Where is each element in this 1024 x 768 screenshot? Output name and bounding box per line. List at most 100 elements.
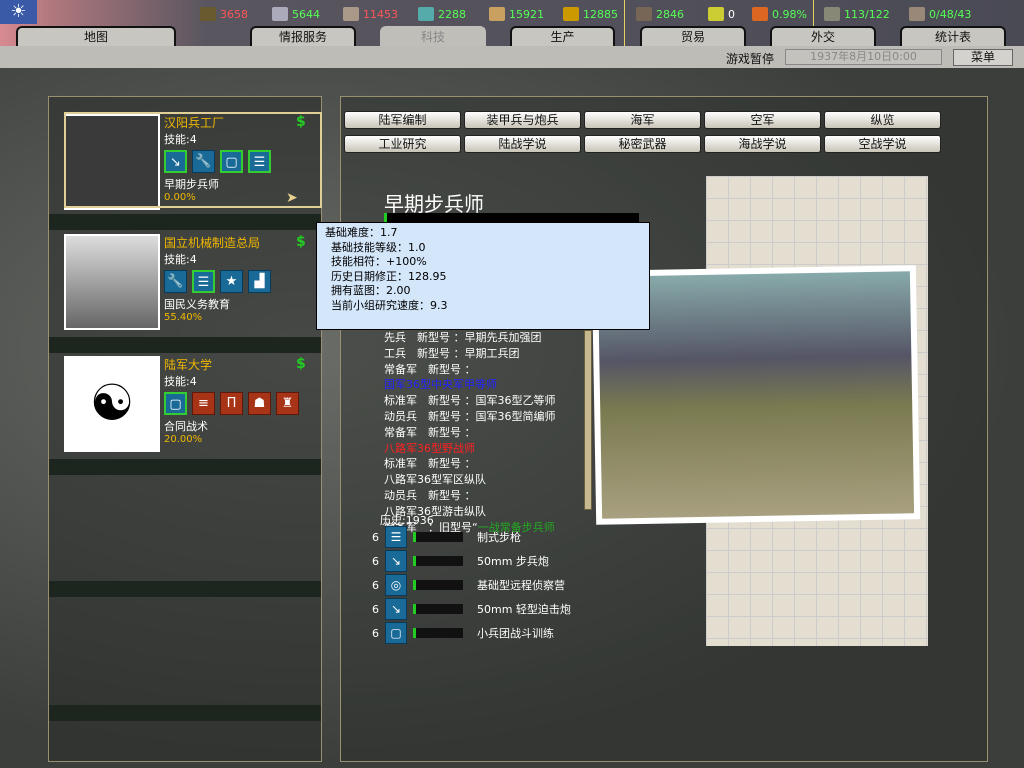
selected-team-highlight (64, 112, 322, 208)
divider (624, 0, 625, 46)
resource-energy: 3658 (200, 7, 248, 21)
team-logo (64, 234, 160, 330)
resource-manpower: 2846 (636, 7, 684, 21)
resource-value: 113/122 (844, 7, 890, 21)
tab-1[interactable]: 情报服务 (250, 26, 356, 46)
tooltip: 基础难度：1.7 基础技能等级：1.0 技能相符：+100% 历史日期修正：128.9… (316, 222, 650, 330)
resource-value: 15921 (509, 7, 544, 21)
category-button[interactable]: 空战学说 (824, 135, 941, 153)
tooltip-line: 历史日期修正：128.95 (331, 269, 447, 283)
requirement-progress-bar (413, 628, 463, 638)
effect-line: 常备军 新型号 ： (384, 425, 476, 439)
energy-icon (200, 7, 216, 21)
tooltip-line: 基础技能等级：1.0 (331, 240, 426, 254)
category-button[interactable]: 装甲兵与炮兵 (464, 111, 581, 129)
effect-line: 先兵 新型号 ：早期先兵加强团 (384, 331, 542, 344)
team-name: 陆军大学 (164, 358, 213, 372)
requirement-row[interactable]: 6 ↘ 50mm 轻型迫击炮 (372, 598, 571, 620)
requirement-row[interactable]: 6 ◎ 基础型远程侦察营 (372, 574, 565, 596)
artillery-icon: ↘ (385, 598, 407, 620)
infantry-icon: ☗ (248, 392, 271, 415)
tab-3[interactable]: 生产 (510, 26, 615, 46)
category-button[interactable]: 陆军编制 (344, 111, 461, 129)
convoy-icon (909, 7, 925, 21)
category-button[interactable]: 海军 (584, 111, 701, 129)
nuclear-icon (708, 7, 724, 21)
resource-rare-materials: 11453 (343, 7, 398, 21)
resource-value: 0 (728, 7, 735, 21)
effect-line: 工兵 新型号 ：早期工兵团 (384, 346, 520, 360)
national-flag-icon[interactable]: ☀ (0, 0, 37, 24)
team-progress: 55.40% (164, 312, 203, 323)
resource-value: 0.98% (772, 7, 807, 21)
team-skill: 技能:4 (164, 375, 197, 388)
requirement-level: 6 (372, 626, 379, 640)
date-display[interactable]: 1937年8月10日0:00 (785, 49, 942, 65)
resource-value: 0/48/43 (929, 7, 972, 21)
mouse-cursor-icon: ➤ (286, 190, 298, 206)
effect-line: 八路军36型野战师 (384, 441, 475, 455)
team-progress: 20.00% (164, 434, 203, 445)
requirement-level: 6 (372, 602, 379, 616)
menu-button[interactable]: 菜单 (953, 49, 1013, 66)
requirement-name: 50mm 步兵炮 (477, 555, 549, 568)
transport-icon (824, 7, 840, 21)
tab-5[interactable]: 外交 (770, 26, 876, 46)
resource-transport: 113/122 (824, 7, 890, 21)
requirement-name: 制式步枪 (477, 531, 521, 544)
effect-line: 国军36型中央军甲等师 (384, 378, 497, 392)
tab-2[interactable]: 科技 (380, 26, 486, 46)
tab-0[interactable]: 地图 (16, 26, 176, 46)
team-current-project: 合同战术 (164, 420, 208, 433)
tooltip-line: 拥有蓝图：2.00 (331, 284, 411, 297)
requirement-name: 基础型远程侦察营 (477, 579, 565, 592)
divider (49, 337, 321, 353)
divider (49, 581, 321, 597)
resource-convoy: 0/48/43 (909, 7, 971, 21)
resource-money: 12885 (563, 7, 618, 21)
effect-line: 标准军 新型号 ：国军36型乙等师 (384, 394, 556, 408)
category-button[interactable]: 工业研究 (344, 135, 461, 153)
requirement-progress-bar (413, 604, 463, 614)
tab-4[interactable]: 贸易 (640, 26, 746, 46)
effect-line: 八路军36型军区纵队 (384, 473, 486, 487)
team-current-project: 国民义务教育 (164, 298, 230, 311)
category-button[interactable]: 纵览 (824, 111, 941, 129)
team-logo: ☯ (64, 356, 160, 452)
team-specialties: ▢ ≡ Π ☗ ♜ (164, 392, 299, 415)
requirement-progress-bar (413, 532, 463, 542)
metal-icon (272, 7, 288, 21)
scrollbar[interactable] (584, 330, 592, 510)
requirement-row[interactable]: 6 ▢ 小兵团战斗训练 (372, 622, 554, 644)
requirement-row[interactable]: 6 ↘ 50mm 步兵炮 (372, 550, 549, 572)
research-team-card[interactable]: ☯ 陆军大学 $ 技能:4 ▢ ≡ Π ☗ ♜ 合同战术 20.00% (64, 356, 320, 452)
resource-supplies: 15921 (489, 7, 544, 21)
factory-icon: ▟ (248, 270, 271, 293)
category-button[interactable]: 海战学说 (704, 135, 821, 153)
divider (49, 705, 321, 721)
category-button[interactable]: 秘密武器 (584, 135, 701, 153)
tooltip-line: 技能相符：+100% (331, 255, 427, 268)
research-team-card[interactable]: 国立机械制造总局 $ 技能:4 🔧 ☰ ★ ▟ 国民义务教育 55.40% (64, 234, 320, 330)
category-button[interactable]: 空军 (704, 111, 821, 129)
officer-icon: ♜ (276, 392, 299, 415)
star-icon: ★ (220, 270, 243, 293)
resource-nuclear: 0 (708, 7, 735, 21)
resource-oil: 2288 (418, 7, 466, 21)
requirement-progress-bar (413, 556, 463, 566)
manpower-icon (636, 7, 652, 21)
divider (49, 214, 321, 230)
requirement-row[interactable]: 6 ☰ 制式步枪 (372, 526, 521, 548)
tab-6[interactable]: 统计表 (900, 26, 1006, 46)
wrench-icon: 🔧 (164, 270, 187, 293)
effect-line: 常备军 新型号 ： (384, 362, 476, 376)
category-button[interactable]: 陆战学说 (464, 135, 581, 153)
oil-icon (418, 7, 434, 21)
tactics-icon: ≡ (192, 392, 215, 415)
book-icon: ▢ (164, 392, 187, 415)
lightbulb-icon: ◎ (385, 574, 407, 596)
game-paused-label: 游戏暂停 (726, 52, 775, 66)
resource-value: 3658 (220, 7, 248, 21)
rifle-doc-icon: ☰ (385, 526, 407, 548)
requirement-name: 小兵团战斗训练 (477, 627, 554, 640)
